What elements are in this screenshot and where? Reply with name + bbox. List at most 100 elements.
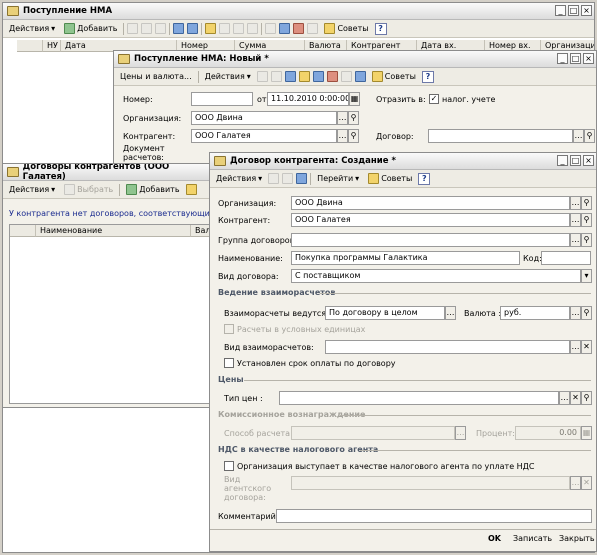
select-button[interactable]: … [570, 233, 581, 247]
currency-field[interactable]: руб. [500, 306, 570, 320]
select-button[interactable]: … [570, 476, 581, 490]
open-icon[interactable]: ⚲ [348, 129, 359, 143]
folder-icon[interactable] [185, 184, 197, 195]
ok-button[interactable]: OK [484, 532, 505, 545]
chevron-down-icon[interactable]: ▾ [581, 269, 592, 283]
close-button[interactable]: × [583, 53, 594, 64]
delete-icon[interactable] [155, 23, 167, 34]
sort-icon[interactable] [247, 23, 259, 34]
comment-field[interactable] [276, 509, 592, 523]
organization-field[interactable]: ООО Двина [191, 111, 337, 125]
structure-icon[interactable] [265, 23, 277, 34]
select-button[interactable]: … [573, 129, 584, 143]
close-button[interactable]: × [583, 155, 594, 166]
copy-icon[interactable] [282, 173, 294, 184]
close-form-button[interactable]: Закрыть [555, 532, 596, 545]
find-icon[interactable] [187, 23, 199, 34]
calculator-icon[interactable]: ▦ [581, 426, 592, 440]
open-icon[interactable]: ⚲ [581, 213, 592, 227]
select-button[interactable]: … [570, 196, 581, 210]
open-icon[interactable]: ⚲ [584, 129, 595, 143]
minimize-button[interactable]: _ [555, 5, 566, 16]
open-icon[interactable]: ⚲ [581, 306, 592, 320]
help-icon[interactable]: ? [418, 172, 431, 185]
open-icon[interactable]: ⚲ [581, 196, 592, 210]
edit-icon[interactable] [141, 23, 153, 34]
report-icon[interactable] [340, 71, 352, 82]
actions-menu[interactable]: Действия ▾ [213, 173, 265, 184]
calendar-icon[interactable]: ▦ [349, 92, 360, 106]
refresh-icon[interactable] [279, 23, 291, 34]
filter-clear-icon[interactable] [233, 23, 245, 34]
actions-menu[interactable]: Действия ▾ [6, 23, 58, 34]
minimize-button[interactable]: _ [557, 53, 568, 64]
post-icon[interactable] [312, 71, 324, 82]
select-button[interactable]: … [570, 213, 581, 227]
contract-type-select[interactable]: С поставщиком [291, 269, 581, 283]
col-currency[interactable]: Валюта [191, 225, 209, 237]
tax-accounting-checkbox[interactable]: ✓ [429, 94, 439, 104]
refresh-icon[interactable] [296, 173, 308, 184]
close-button[interactable]: × [581, 5, 592, 16]
maximize-button[interactable]: □ [570, 53, 581, 64]
counterparty-field[interactable]: ООО Галатея [191, 129, 337, 143]
settle-mode-field[interactable]: По договору в целом [325, 306, 445, 320]
filter-list-icon[interactable] [219, 23, 231, 34]
payment-term-checkbox[interactable] [224, 358, 234, 368]
copy-icon[interactable] [127, 23, 139, 34]
select-button[interactable]: … [445, 306, 456, 320]
prices-currency-button[interactable]: Цены и валюта... [117, 71, 195, 82]
minimize-button[interactable]: _ [557, 155, 568, 166]
settle-kind-field[interactable] [325, 340, 570, 354]
col-nu[interactable]: НУ [43, 40, 61, 52]
add-button[interactable]: Добавить [61, 22, 120, 35]
copy-icon[interactable] [270, 71, 282, 82]
maximize-button[interactable]: □ [570, 155, 581, 166]
post-icon[interactable] [293, 23, 305, 34]
tips-button[interactable]: Советы [365, 172, 415, 185]
agent-contract-field[interactable] [291, 476, 570, 490]
fill-icon[interactable] [298, 71, 310, 82]
save-button[interactable]: Записать [509, 532, 556, 545]
organization-field[interactable]: ООО Двина [291, 196, 570, 210]
col-name[interactable]: Наименование [36, 225, 191, 237]
add-row-icon[interactable] [256, 71, 268, 82]
contract-group-field[interactable] [291, 233, 570, 247]
structure-icon[interactable] [354, 71, 366, 82]
conditional-units-checkbox[interactable] [224, 324, 234, 334]
counterparty-field[interactable]: ООО Галатея [291, 213, 570, 227]
contract-field[interactable] [428, 129, 573, 143]
goto-menu[interactable]: Перейти ▾ [314, 173, 362, 184]
select-button[interactable]: … [455, 426, 466, 440]
open-icon[interactable]: ⚲ [581, 391, 592, 405]
select-button[interactable]: … [337, 111, 348, 125]
report-icon[interactable] [307, 23, 319, 34]
tips-button[interactable]: Советы [321, 22, 371, 35]
help-icon[interactable]: ? [421, 70, 434, 83]
clear-icon[interactable]: ✕ [581, 340, 592, 354]
number-field[interactable] [191, 92, 253, 106]
date-field[interactable]: 11.10.2010 0:00:00 [267, 92, 349, 106]
calc-method-field[interactable] [291, 426, 455, 440]
open-icon[interactable]: ⚲ [581, 233, 592, 247]
select-button[interactable]: … [570, 340, 581, 354]
add-button[interactable]: Добавить [123, 183, 182, 196]
add-icon[interactable] [268, 173, 280, 184]
name-field[interactable]: Покупка программы Галактика [291, 251, 520, 265]
clear-icon[interactable]: ✕ [570, 391, 581, 405]
percent-field[interactable]: 0.00 [515, 426, 581, 440]
clear-icon[interactable]: ✕ [581, 476, 592, 490]
refresh-icon[interactable] [284, 71, 296, 82]
select-button[interactable]: … [337, 129, 348, 143]
code-field[interactable] [541, 251, 591, 265]
tips-button[interactable]: Советы [369, 70, 419, 83]
filter-icon[interactable] [205, 23, 217, 34]
actions-menu[interactable]: Действия ▾ [202, 71, 254, 82]
price-type-field[interactable] [279, 391, 559, 405]
select-button[interactable]: … [559, 391, 570, 405]
maximize-button[interactable]: □ [568, 5, 579, 16]
open-icon[interactable]: ⚲ [348, 111, 359, 125]
vat-agent-checkbox[interactable] [224, 461, 234, 471]
movements-icon[interactable] [326, 71, 338, 82]
actions-menu[interactable]: Действия ▾ [6, 184, 58, 195]
